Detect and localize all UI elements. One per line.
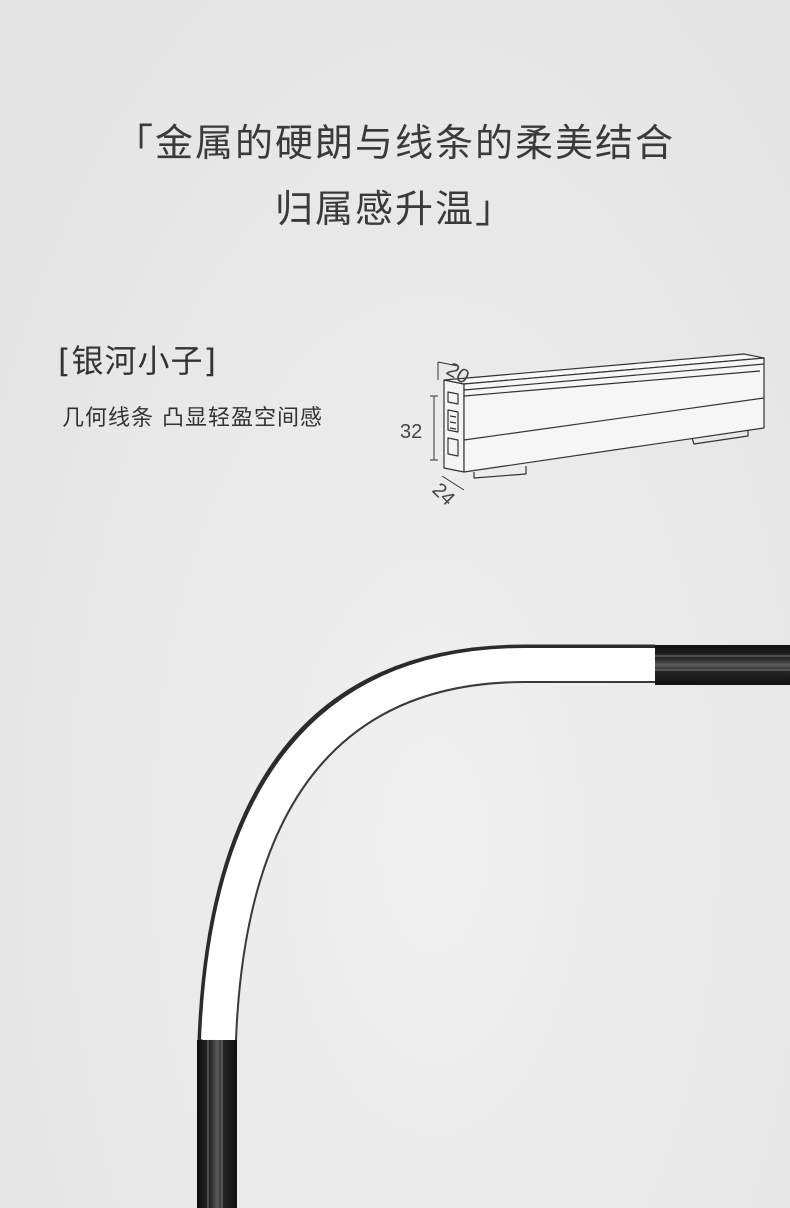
track-black-vertical — [197, 1040, 237, 1208]
curved-track-illustration — [197, 644, 790, 1208]
product-description: 几何线条 凸显轻盈空间感 — [62, 406, 323, 431]
track-black-horizontal — [655, 645, 790, 685]
dimension-height: 32 — [400, 421, 422, 443]
rail-profile-drawing: 20 32 24 — [400, 353, 765, 510]
headline-line-1: 「金属的硬朗与线条的柔美结合 — [114, 121, 675, 165]
product-name: [银河小子] — [58, 342, 217, 380]
product-page: 「金属的硬朗与线条的柔美结合 归属感升温」 [银河小子] 几何线条 凸显轻盈空间… — [0, 0, 790, 1208]
track-white-curve — [201, 648, 655, 1041]
headline-line-2: 归属感升温」 — [274, 187, 515, 231]
